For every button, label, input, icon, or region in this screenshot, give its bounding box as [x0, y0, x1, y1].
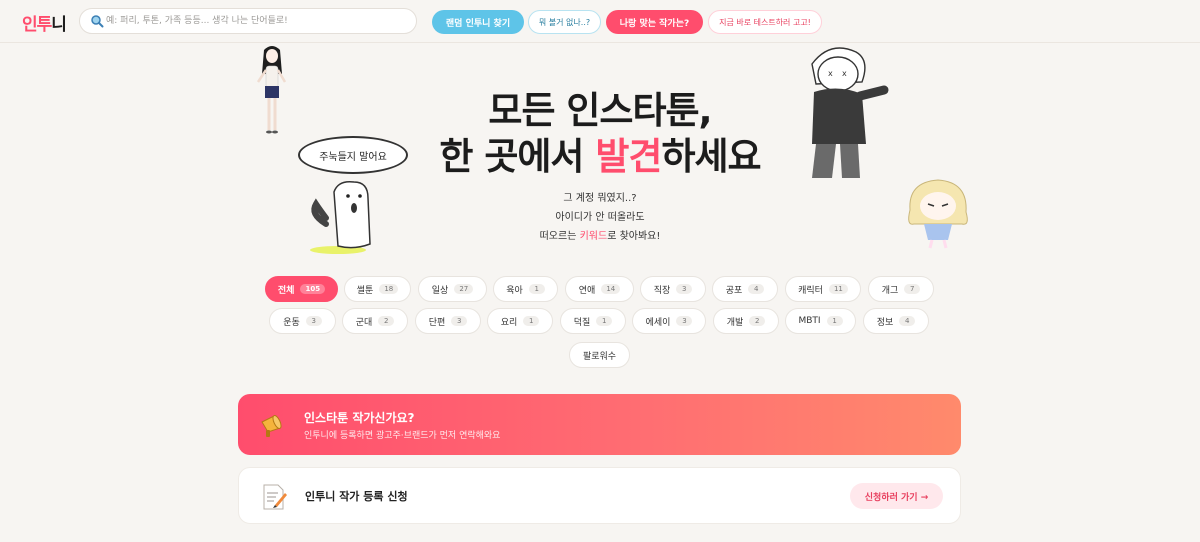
hero-description: 그 계정 뭐였지..? 아이디가 안 떠올라도 떠오르는 키워드로 찾아봐요! — [539, 193, 661, 242]
category-chip[interactable]: 직장 3 — [640, 276, 706, 302]
category-chip[interactable]: 단편 3 — [415, 308, 481, 334]
white-cat-illustration — [310, 180, 371, 254]
hero-title-highlight: 발견 — [595, 135, 662, 178]
category-chip[interactable]: 요리 1 — [487, 308, 553, 334]
blonde-character-illustration — [908, 179, 968, 249]
register-title: 인투니 작가 등록 신청 — [305, 490, 408, 503]
logo[interactable]: 인투니 — [22, 10, 67, 35]
hero-title-line2: 한 곳에서 발견하세요 — [439, 135, 761, 178]
category-chip[interactable]: 덕질 1 — [560, 308, 626, 334]
category-chip[interactable]: 개발 2 — [713, 308, 779, 334]
register-apply-button[interactable]: 신청하러 가기 → — [850, 483, 943, 509]
search-icon — [91, 15, 104, 28]
category-chip[interactable]: 캐릭터 11 — [785, 276, 861, 302]
category-chip[interactable]: 에세이 3 — [632, 308, 706, 334]
random-hint-bubble: 뭐 볼거 없나..? — [528, 10, 601, 34]
category-chip[interactable]: 군대 2 — [342, 308, 408, 334]
keyword-highlight: 키워드 — [579, 231, 608, 242]
hero-title: 모든 인스타툰, 한 곳에서 발견하세요 — [400, 88, 800, 180]
category-chip[interactable]: 일상 27 — [418, 276, 487, 302]
memo-icon — [263, 484, 287, 510]
promo-subtitle: 인투니에 등록하면 광고주·브랜드가 먼저 연락해와요 — [304, 431, 501, 441]
category-chip[interactable]: 공포 4 — [712, 276, 778, 302]
match-test-button[interactable]: 나랑 맞는 작가는? — [606, 10, 703, 34]
match-hint-bubble: 지금 바로 테스트하러 고고! — [708, 10, 822, 34]
author-register-card: 인투니 작가 등록 신청 신청하러 가기 → — [238, 467, 961, 524]
top-header: 인투니 랜덤 인투니 찾기 뭐 볼거 없나..? 나랑 맞는 작가는? 지금 바… — [0, 0, 1200, 43]
search-input[interactable] — [106, 12, 406, 30]
search-bar[interactable] — [79, 8, 417, 34]
category-chip[interactable]: 정보 4 — [863, 308, 929, 334]
category-chip-followers[interactable]: 팔로워수 — [569, 342, 630, 368]
category-chip[interactable]: 연애 14 — [565, 276, 634, 302]
speech-bubble: 주눅들지 말어요 — [298, 136, 408, 174]
category-chip[interactable]: 개그 7 — [868, 276, 934, 302]
megaphone-icon — [261, 415, 282, 437]
category-chip[interactable]: 썰툰 18 — [344, 276, 411, 302]
promo-title: 인스타툰 작가신가요? — [304, 411, 415, 425]
category-chip[interactable]: 운동 3 — [269, 308, 336, 334]
svg-text:x: x — [828, 69, 833, 78]
hero-title-line1: 모든 인스타툰, — [488, 89, 712, 132]
category-chip[interactable]: MBTI 1 — [785, 308, 856, 334]
category-chip-all[interactable]: 전체 105 — [265, 276, 338, 302]
author-promo-banner[interactable]: 인스타툰 작가신가요? 인투니에 등록하면 광고주·브랜드가 먼저 연락해와요 — [238, 394, 961, 455]
random-find-button[interactable]: 랜덤 인투니 찾기 — [432, 10, 524, 34]
svg-text:x: x — [842, 69, 847, 78]
girl-character-illustration — [256, 46, 287, 134]
category-chip[interactable]: 육아 1 — [493, 276, 558, 302]
boy-character-illustration: x x — [811, 47, 889, 178]
